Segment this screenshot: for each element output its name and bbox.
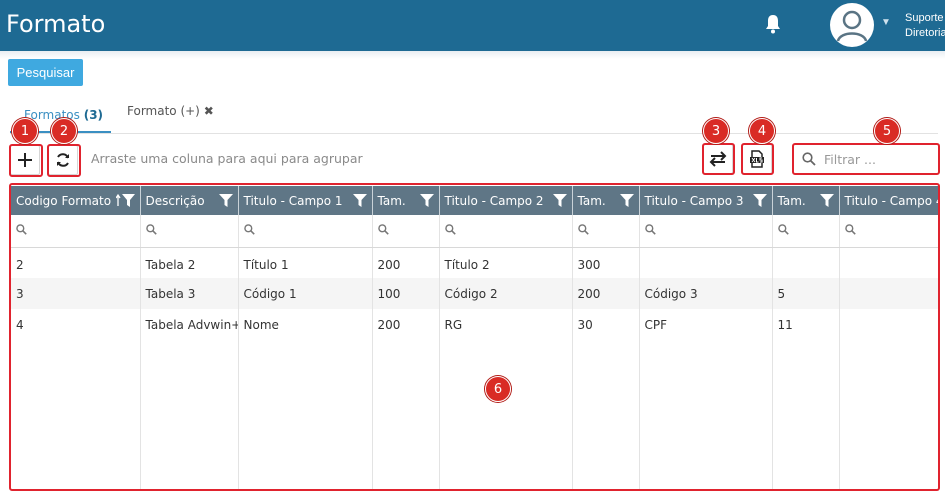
tabs-divider bbox=[10, 133, 938, 134]
annotation-box-2 bbox=[47, 144, 81, 177]
app-header: Formato ▼ Suporte Diretoria bbox=[0, 0, 945, 51]
close-icon[interactable]: ✖ bbox=[204, 104, 214, 118]
annotation-badge-2: 2 bbox=[51, 118, 77, 144]
avatar-icon[interactable] bbox=[830, 3, 874, 47]
search-button[interactable]: Pesquisar bbox=[8, 59, 83, 86]
group-drop-hint: Arraste uma coluna para aqui para agrupa… bbox=[91, 151, 363, 166]
annotation-box-4 bbox=[741, 143, 774, 175]
annotation-box-6 bbox=[9, 183, 940, 491]
page-title: Formato bbox=[6, 10, 106, 38]
chevron-down-icon[interactable]: ▼ bbox=[881, 17, 891, 28]
annotation-box-5 bbox=[792, 143, 940, 175]
annotation-badge-5: 5 bbox=[874, 118, 900, 144]
user-info[interactable]: Suporte Diretoria bbox=[905, 11, 945, 41]
annotation-badge-1: 1 bbox=[12, 118, 38, 144]
annotation-badge-4: 4 bbox=[749, 118, 775, 144]
annotation-box-3 bbox=[702, 143, 735, 175]
bell-icon[interactable] bbox=[764, 14, 782, 34]
annotation-badge-6: 6 bbox=[485, 376, 511, 402]
header-shadow bbox=[0, 51, 945, 59]
annotation-box-1 bbox=[9, 144, 43, 177]
annotation-badge-3: 3 bbox=[703, 118, 729, 144]
tab-formato-new[interactable]: Formato (+) ✖ bbox=[127, 104, 214, 118]
